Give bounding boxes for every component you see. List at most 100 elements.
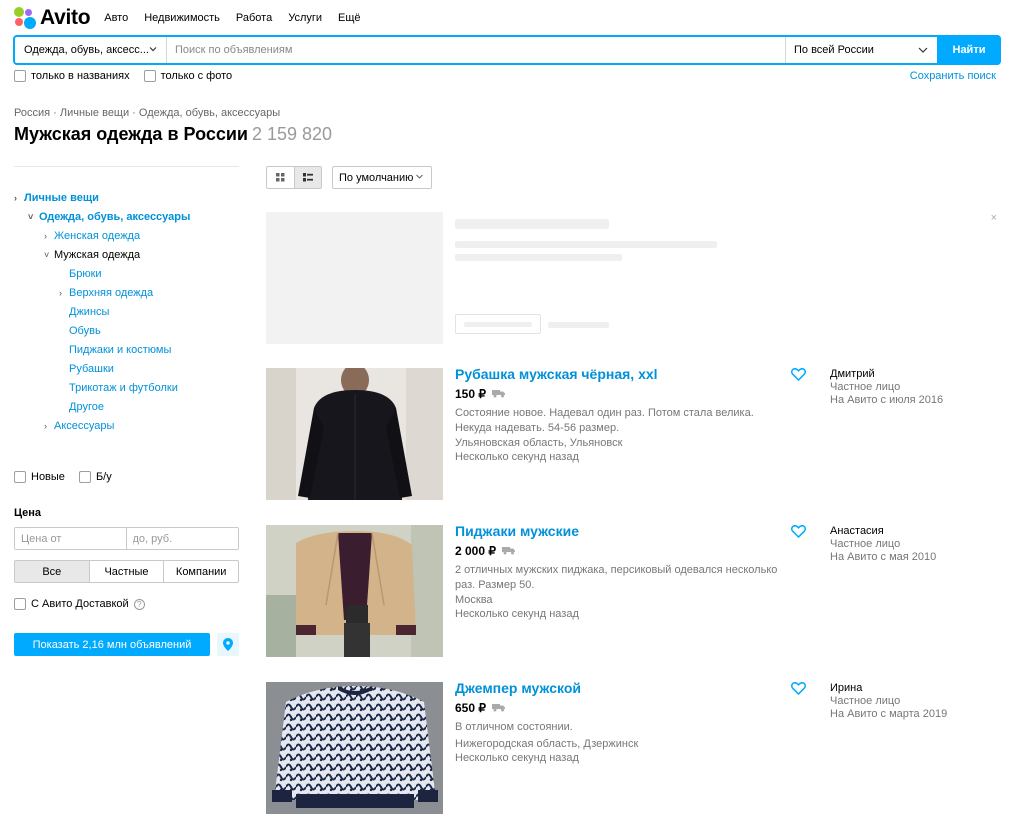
search-submit-button[interactable]: Найти xyxy=(937,35,1001,65)
sidebar-category-item[interactable]: ˅ Одежда, обувь, аксессуары xyxy=(14,208,239,227)
save-search-link[interactable]: Сохранить поиск xyxy=(910,70,996,82)
divider xyxy=(14,166,239,167)
seller-type-companies[interactable]: Компании xyxy=(164,561,238,582)
grid-view-icon[interactable] xyxy=(267,167,294,188)
category-select-value: Одежда, обувь, аксесс... xyxy=(24,44,149,56)
listing-item[interactable]: Джемпер мужской 650 ₽ В отличном состоян… xyxy=(266,680,1001,814)
ad-placeholder: × xyxy=(266,212,1001,344)
skeleton-bar xyxy=(548,322,609,328)
skeleton-button xyxy=(455,314,541,334)
logo-dots-icon xyxy=(14,7,36,29)
seller-name[interactable]: Анастасия xyxy=(830,525,936,538)
view-toggle xyxy=(266,166,322,189)
page-title-text: Мужская одежда в России xyxy=(14,124,248,144)
nav-link-realty[interactable]: Недвижимость xyxy=(144,12,220,24)
sidebar-category-item[interactable]: Другое xyxy=(14,398,239,417)
checkbox-box xyxy=(14,598,26,610)
seller-type: Частное лицо xyxy=(830,695,901,707)
sidebar-category-item[interactable]: ˅ Мужская одежда xyxy=(14,246,239,265)
seller-info: Ирина Частное лицо На Авито с марта 2019 xyxy=(830,682,947,721)
price-to-input[interactable] xyxy=(126,528,238,549)
chevron-down-icon xyxy=(415,172,424,183)
listing-title[interactable]: Пиджаки мужские xyxy=(455,523,579,539)
only-titles-checkbox[interactable]: только в названиях xyxy=(14,70,130,82)
sort-select[interactable]: По умолчанию xyxy=(332,166,432,189)
truck-icon xyxy=(492,387,506,401)
seller-type-private[interactable]: Частные xyxy=(90,561,165,582)
condition-new-label: Новые xyxy=(31,471,65,483)
nav-link-auto[interactable]: Авто xyxy=(104,12,128,24)
seller-name[interactable]: Ирина xyxy=(830,682,947,695)
sidebar-category-label: Рубашки xyxy=(69,363,114,375)
heart-outline-icon[interactable] xyxy=(790,525,807,541)
listing-title[interactable]: Рубашка мужская чёрная, xxl xyxy=(455,366,658,382)
chevron-right-icon: › xyxy=(59,288,62,298)
sidebar-category-item[interactable]: › Аксессуары xyxy=(14,417,239,436)
sidebar-category-item[interactable]: Трикотаж и футболки xyxy=(14,379,239,398)
map-pin-icon[interactable] xyxy=(217,633,239,656)
seller-type: Частное лицо xyxy=(830,381,901,393)
close-icon[interactable]: × xyxy=(991,212,997,224)
listing-location: Нижегородская область, Дзержинск xyxy=(455,738,639,750)
heart-outline-icon[interactable] xyxy=(790,682,807,698)
nav-link-jobs[interactable]: Работа xyxy=(236,12,272,24)
listing-price: 150 ₽ xyxy=(455,387,506,401)
sidebar-category-label: Женская одежда xyxy=(54,230,141,242)
seller-type-all[interactable]: Все xyxy=(15,561,90,582)
seller-type-switch: Все Частные Компании xyxy=(14,560,239,583)
nav-link-more[interactable]: Ещё xyxy=(338,12,361,24)
listing-price-value: 650 ₽ xyxy=(455,701,486,715)
sidebar-category-label: Одежда, обувь, аксессуары xyxy=(39,211,191,223)
sidebar-category-item[interactable]: Брюки xyxy=(14,265,239,284)
list-view-icon[interactable] xyxy=(294,167,321,188)
show-results-button[interactable]: Показать 2,16 млн объявлений xyxy=(14,633,210,656)
ad-image-placeholder xyxy=(266,212,443,344)
listing-photo[interactable] xyxy=(266,682,443,814)
chevron-down-icon: ˅ xyxy=(28,212,34,222)
breadcrumb[interactable]: Россия · Личные вещи · Одежда, обувь, ак… xyxy=(14,107,280,119)
category-select[interactable]: Одежда, обувь, аксесс... xyxy=(15,37,167,63)
page-title: Мужская одежда в России 2 159 820 xyxy=(14,124,332,145)
truck-icon xyxy=(492,701,506,715)
sidebar-category-item[interactable]: Джинсы xyxy=(14,303,239,322)
region-select-value: По всей России xyxy=(794,44,874,56)
sidebar-category-item[interactable]: › Женская одежда xyxy=(14,227,239,246)
sidebar-category-label: Личные вещи xyxy=(24,192,99,204)
listing-time: Несколько секунд назад xyxy=(455,608,579,620)
chevron-down-icon xyxy=(148,44,158,57)
listing-item[interactable]: Рубашка мужская чёрная, xxl 150 ₽ Состоя… xyxy=(266,366,1001,500)
listing-photo[interactable] xyxy=(266,525,443,657)
sidebar-category-item[interactable]: Пиджаки и костюмы xyxy=(14,341,239,360)
skeleton-bar xyxy=(464,322,532,327)
price-from-input[interactable] xyxy=(15,528,127,549)
delivery-checkbox[interactable]: С Авито Доставкой ? xyxy=(14,598,239,610)
sidebar-category-item[interactable]: Обувь xyxy=(14,322,239,341)
sidebar-category-item[interactable]: › Верхняя одежда xyxy=(14,284,239,303)
listing-title[interactable]: Джемпер мужской xyxy=(455,680,581,696)
condition-new-checkbox[interactable]: Новые xyxy=(14,471,65,483)
heart-outline-icon[interactable] xyxy=(790,368,807,384)
skeleton-bar xyxy=(455,254,622,261)
help-icon[interactable]: ? xyxy=(133,598,145,610)
condition-used-checkbox[interactable]: Б/у xyxy=(78,471,112,483)
region-select[interactable]: По всей России xyxy=(785,37,937,63)
avito-logo[interactable]: Avito xyxy=(14,6,91,30)
seller-info: Дмитрий Частное лицо На Авито с июля 201… xyxy=(830,368,943,407)
listing-photo[interactable] xyxy=(266,368,443,500)
top-nav: Avito Авто Недвижимость Работа Услуги Ещ… xyxy=(14,6,377,30)
checkbox-box xyxy=(14,471,26,483)
only-photo-checkbox[interactable]: только с фото xyxy=(143,70,232,82)
checkbox-box xyxy=(14,70,26,82)
sidebar-category-item[interactable]: Рубашки xyxy=(14,360,239,379)
nav-link-services[interactable]: Услуги xyxy=(288,12,322,24)
price-label: Цена xyxy=(14,507,42,519)
sidebar-category-label: Обувь xyxy=(69,325,101,337)
sidebar-category-label: Джинсы xyxy=(69,306,110,318)
sidebar-category-item[interactable]: › Личные вещи xyxy=(14,189,239,208)
seller-since: На Авито с июля 2016 xyxy=(830,394,944,406)
seller-name[interactable]: Дмитрий xyxy=(830,368,943,381)
listing-price: 650 ₽ xyxy=(455,701,506,715)
search-input[interactable] xyxy=(167,37,785,63)
listing-item[interactable]: Пиджаки мужские 2 000 ₽ 2 отличных мужск… xyxy=(266,523,1001,657)
listing-description: В отличном состоянии. xyxy=(455,721,573,733)
